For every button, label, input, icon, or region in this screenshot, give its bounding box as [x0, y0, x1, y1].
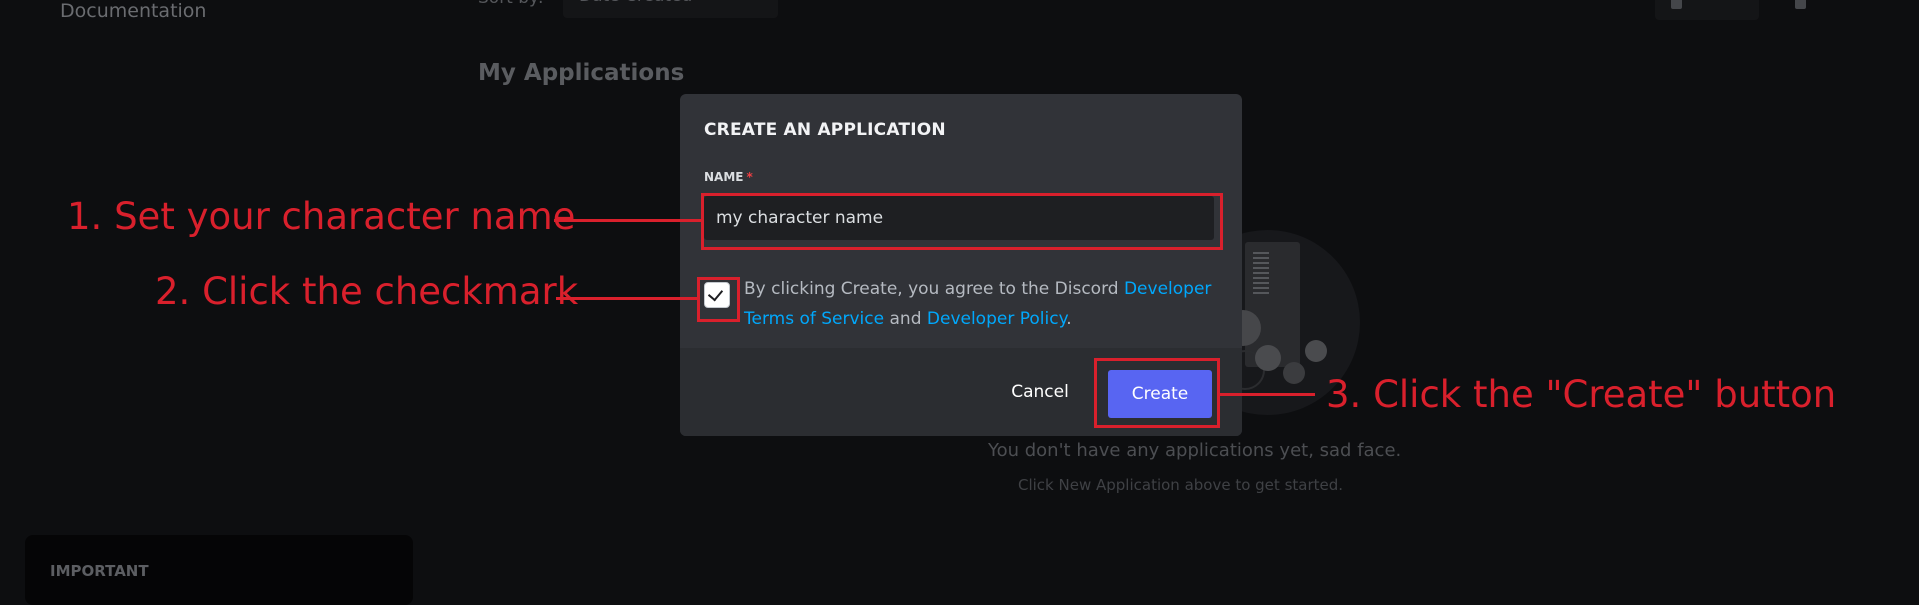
agree-prefix: By clicking Create, you agree to the Dis…: [744, 279, 1124, 299]
name-field-label: NAME *: [704, 170, 753, 184]
annotation-step2-label: 2. Click the checkmark: [155, 270, 579, 313]
important-label: IMPORTANT: [50, 562, 149, 580]
empty-state-subtitle: Click New Application above to get start…: [1018, 476, 1344, 494]
cancel-button[interactable]: Cancel: [1000, 370, 1080, 414]
sort-label: Sort by:: [478, 0, 544, 8]
developer-policy-link[interactable]: Developer Policy: [927, 309, 1066, 329]
terms-agreement-text: By clicking Create, you agree to the Dis…: [744, 274, 1214, 334]
required-mark: *: [746, 170, 753, 184]
annotation-box-create-button: [1094, 358, 1220, 428]
agree-middle: and: [884, 309, 927, 329]
grid-icon: [1671, 0, 1682, 9]
sort-select[interactable]: Date Created: [563, 0, 778, 18]
name-label-text: NAME: [704, 170, 744, 184]
empty-state-title: You don't have any applications yet, sad…: [988, 440, 1402, 461]
view-toggle-grid[interactable]: [1655, 0, 1759, 20]
annotation-box-checkbox: [697, 277, 740, 322]
annotation-step3-label: 3. Click the "Create" button: [1326, 373, 1837, 416]
annotation-box-name-input: [701, 193, 1223, 250]
sidebar-item-documentation[interactable]: Documentation: [60, 0, 206, 22]
view-toggle-list[interactable]: [1787, 0, 1897, 20]
annotation-connector-step1: [554, 219, 701, 222]
page-title: My Applications: [478, 60, 685, 86]
list-icon: [1795, 0, 1806, 9]
annotation-step1-label: 1. Set your character name: [67, 195, 576, 238]
important-card: IMPORTANT: [25, 535, 413, 605]
modal-title: CREATE AN APPLICATION: [704, 120, 946, 140]
annotation-connector-step3: [1220, 393, 1315, 396]
agree-suffix: .: [1066, 309, 1072, 329]
